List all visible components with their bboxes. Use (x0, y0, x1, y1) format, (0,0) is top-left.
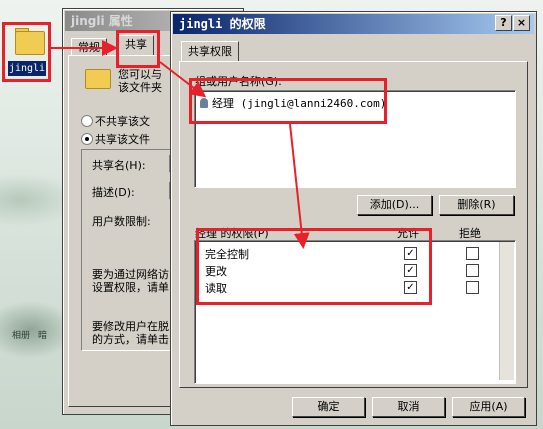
description-label: 描述(D): (92, 186, 135, 199)
apply-button[interactable]: 应用(A) (452, 397, 525, 417)
sharing-folder-icon (85, 69, 111, 89)
permissions-window: jingli 的权限 ? × 共享权限 组或用户名称(G): 经理 (jingl… (170, 11, 537, 426)
add-button[interactable]: 添加(D)... (357, 195, 432, 215)
highlight-desktop-folder (2, 22, 51, 82)
wallpaper-label-1: 相册 (12, 331, 31, 341)
help-button[interactable]: ? (495, 15, 512, 31)
radio-no-share-label: 不共享该文 (95, 115, 150, 128)
permissions-note-line-2: 设置权限，请单 (92, 281, 169, 294)
tab-general[interactable]: 常规 (71, 38, 107, 56)
remove-button[interactable]: 删除(R) (439, 195, 514, 215)
permissions-titlebar: jingli 的权限 (173, 14, 534, 34)
highlight-permissions (196, 228, 432, 305)
deny-change-checkbox[interactable] (466, 264, 479, 277)
radio-share[interactable] (81, 133, 93, 145)
permissions-scrollbar[interactable] (499, 242, 514, 380)
user-limit-label: 用户数限制: (92, 215, 151, 228)
cancel-button[interactable]: 取消 (372, 397, 445, 417)
deny-read-checkbox[interactable] (466, 281, 479, 294)
deny-full-control-checkbox[interactable] (466, 247, 479, 260)
close-button[interactable]: × (513, 15, 530, 31)
ok-button[interactable]: 确定 (292, 397, 365, 417)
highlight-sharing-tab (116, 30, 160, 68)
radio-no-share[interactable] (81, 115, 93, 127)
sharing-desc-line-2: 该文件夹 (118, 81, 162, 94)
highlight-user-entry (189, 78, 387, 124)
wallpaper-label-2: 暗 (38, 331, 48, 341)
deny-header: 拒绝 (459, 227, 481, 240)
offline-note-line-2: 的方式，请单击 (92, 333, 169, 346)
permissions-title: jingli 的权限 (179, 17, 266, 31)
radio-share-label: 共享该文件 (95, 133, 150, 146)
tab-share-permissions[interactable]: 共享权限 (181, 41, 239, 62)
share-name-label: 共享名(H): (92, 159, 146, 172)
